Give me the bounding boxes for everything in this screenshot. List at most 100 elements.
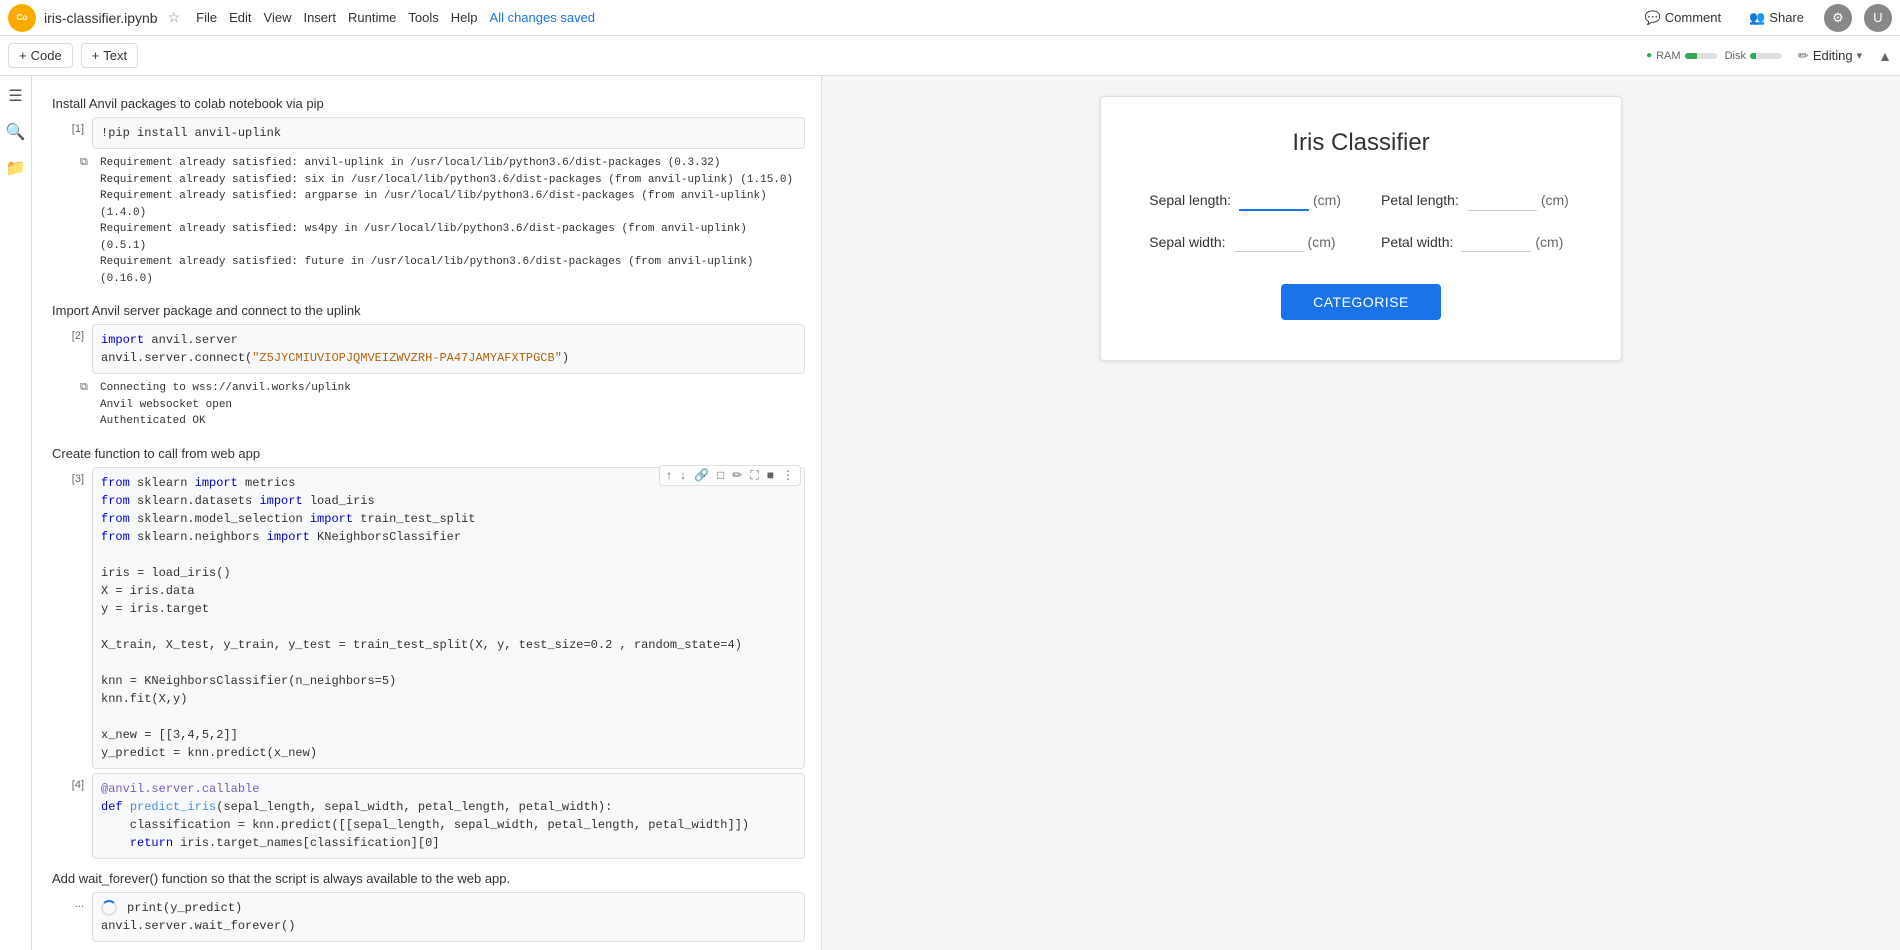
move-down-button[interactable]: ↓	[678, 468, 688, 483]
sepal-width-row: Sepal width: (cm)	[1149, 231, 1341, 252]
move-up-button[interactable]: ↑	[664, 468, 674, 483]
plus-icon: +	[19, 48, 27, 63]
file-name: iris-classifier.ipynb	[44, 10, 158, 26]
chevron-down-icon: ▾	[1857, 49, 1863, 62]
menu-view[interactable]: View	[264, 10, 292, 25]
add-code-label: Code	[31, 48, 62, 63]
link-button[interactable]: 🔗	[692, 468, 711, 483]
petal-width-input[interactable]	[1461, 231, 1531, 252]
cell-3-number: [3]	[48, 473, 84, 485]
user-avatar[interactable]: U	[1864, 4, 1892, 32]
sepal-width-unit: (cm)	[1308, 234, 1336, 250]
section2-heading: Import Anvil server package and connect …	[48, 303, 805, 318]
share-button[interactable]: 👥 Share	[1741, 6, 1812, 30]
cell-3-toolbar: ↑ ↓ 🔗 □ ✏ ⛶ ■ ⋮	[659, 465, 801, 486]
sidebar-menu-icon[interactable]: ☰	[4, 84, 28, 108]
code-line: iris = load_iris()	[101, 564, 796, 582]
comment-icon: 💬	[1645, 10, 1661, 26]
svg-text:Co: Co	[17, 12, 28, 21]
comment-label: Comment	[1665, 10, 1721, 25]
notebook-toolbar: + Code + Text ● RAM Disk ✏ Editing ▾ ▲	[0, 36, 1900, 76]
expand-button[interactable]: □	[715, 468, 726, 483]
output-icon2: ⧉	[80, 380, 88, 397]
cell-1-code[interactable]: !pip install anvil-uplink	[92, 117, 805, 149]
menu-file[interactable]: File	[196, 10, 217, 25]
menu-help[interactable]: Help	[451, 10, 478, 25]
more-button[interactable]: ⋮	[780, 468, 796, 483]
collapse-icon[interactable]: ▲	[1878, 48, 1892, 64]
output-line: Requirement already satisfied: ws4py in …	[100, 221, 797, 254]
code-line: from sklearn.datasets import load_iris	[101, 492, 796, 510]
petal-length-row: Petal length: (cm)	[1381, 189, 1573, 211]
output-line: Requirement already satisfied: six in /u…	[100, 172, 797, 189]
menu-edit[interactable]: Edit	[229, 10, 251, 25]
cell-5-output: [1]	[92, 944, 805, 950]
editing-button[interactable]: ✏ Editing ▾	[1790, 44, 1870, 68]
code-line: anvil.server.wait_forever()	[101, 917, 796, 935]
petal-width-label: Petal width:	[1381, 234, 1453, 250]
petal-width-input-group: (cm)	[1461, 231, 1563, 252]
notebook-area: Install Anvil packages to colab notebook…	[32, 76, 822, 950]
section3-heading: Create function to call from web app	[48, 446, 805, 461]
sidebar-files-icon[interactable]: 📁	[4, 156, 28, 180]
cell-1-output: ⧉ Requirement already satisfied: anvil-u…	[92, 151, 805, 291]
categorise-label: CATEGORISE	[1313, 294, 1409, 310]
toolbar-left: + Code + Text	[8, 43, 138, 68]
disk-label: Disk	[1725, 50, 1746, 62]
code-line: y_predict = knn.predict(x_new)	[101, 744, 796, 762]
sidebar-search-icon[interactable]: 🔍	[4, 120, 28, 144]
plus-icon: +	[92, 48, 100, 63]
code-line: from sklearn.neighbors import KNeighbors…	[101, 528, 796, 546]
section1-heading: Install Anvil packages to colab notebook…	[48, 96, 805, 111]
cell-2-number: [2]	[48, 330, 84, 342]
cell-4-code[interactable]: @anvil.server.callable def predict_iris(…	[92, 773, 805, 859]
petal-width-row: Petal width: (cm)	[1381, 231, 1573, 252]
ram-label: RAM	[1656, 50, 1680, 62]
share-icon: 👥	[1749, 10, 1765, 26]
editing-label: Editing	[1813, 48, 1853, 63]
cell-5-code[interactable]: print(y_predict) anvil.server.wait_forev…	[92, 892, 805, 942]
iris-app-card: Iris Classifier Sepal length: (cm) Petal…	[1100, 96, 1621, 361]
code-line: y = iris.target	[101, 600, 796, 618]
cell-5: ... print(y_predict) anvil.server.wait_f…	[48, 892, 805, 950]
cell-2-code[interactable]: import anvil.server anvil.server.connect…	[92, 324, 805, 374]
colab-logo: Co	[8, 4, 36, 32]
edit-button[interactable]: ✏	[730, 468, 744, 483]
add-code-button[interactable]: + Code	[8, 43, 73, 68]
add-text-button[interactable]: + Text	[81, 43, 138, 68]
stop-button[interactable]: ■	[765, 468, 776, 483]
output-line: Connecting to wss://anvil.works/uplink	[100, 380, 797, 397]
spinner-row: print(y_predict)	[101, 899, 796, 917]
code-line: x_new = [[3,4,5,2]]	[101, 726, 796, 744]
cell-4-number: [4]	[48, 779, 84, 791]
sepal-width-input[interactable]	[1234, 231, 1304, 252]
share-label: Share	[1769, 10, 1804, 25]
cell-3: [3] ↑ ↓ 🔗 □ ✏ ⛶ ■ ⋮ from sklearn import …	[48, 467, 805, 769]
menu-runtime[interactable]: Runtime	[348, 10, 396, 25]
cell-3-code[interactable]: from sklearn import metrics from sklearn…	[92, 467, 805, 769]
petal-width-unit: (cm)	[1535, 234, 1563, 250]
output-line: Anvil websocket open	[100, 397, 797, 414]
code-line: from sklearn.model_selection import trai…	[101, 510, 796, 528]
menu-tools[interactable]: Tools	[408, 10, 438, 25]
sepal-length-input[interactable]	[1239, 189, 1309, 211]
code-line: return iris.target_names[classification]…	[101, 834, 796, 852]
output-line: Authenticated OK	[100, 413, 797, 430]
comment-button[interactable]: 💬 Comment	[1637, 6, 1730, 30]
app-title: Iris Classifier	[1149, 129, 1572, 157]
settings-button[interactable]: ⚙	[1824, 4, 1852, 32]
categorise-button[interactable]: CATEGORISE	[1281, 284, 1441, 320]
star-icon[interactable]: ☆	[168, 9, 181, 26]
fullscreen-button[interactable]: ⛶	[748, 468, 760, 483]
menu-insert[interactable]: Insert	[303, 10, 336, 25]
cell-5-number: ...	[48, 898, 84, 910]
code-line: print(y_predict)	[127, 899, 242, 917]
code-line: classification = knn.predict([[sepal_len…	[101, 816, 796, 834]
petal-length-input[interactable]	[1467, 190, 1537, 211]
form-grid: Sepal length: (cm) Petal length: (cm)	[1149, 189, 1572, 252]
sepal-length-unit: (cm)	[1313, 192, 1341, 208]
petal-length-unit: (cm)	[1541, 192, 1569, 208]
code-line: @anvil.server.callable	[101, 780, 796, 798]
petal-length-input-group: (cm)	[1467, 190, 1569, 211]
code-line: X = iris.data	[101, 582, 796, 600]
